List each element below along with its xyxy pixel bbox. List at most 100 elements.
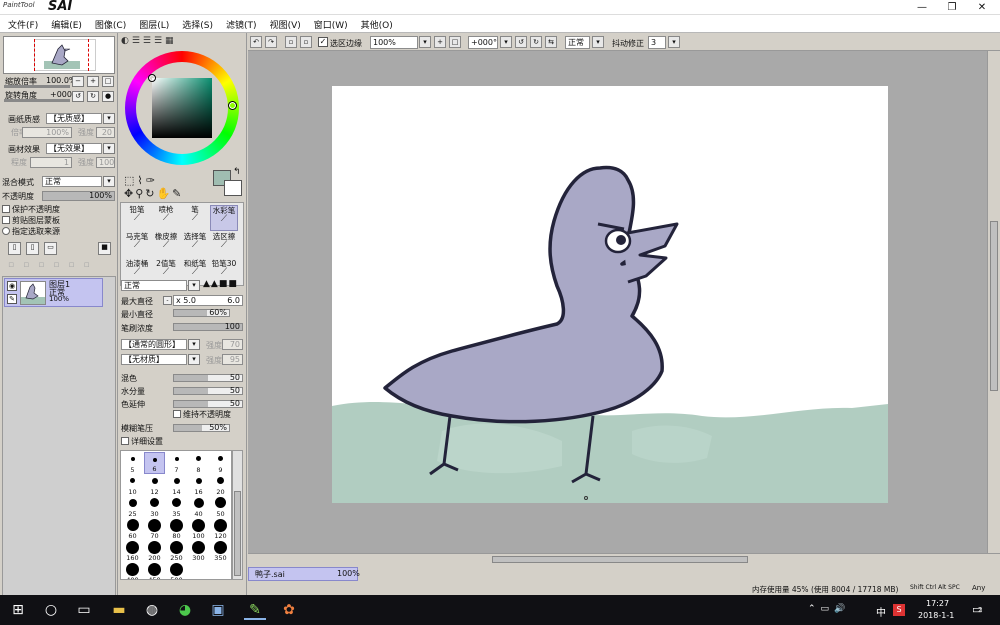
brush-size-cell[interactable]: 25: [122, 496, 143, 518]
brush-size-cell[interactable]: 250: [166, 540, 187, 562]
menu-edit[interactable]: 编辑(E): [43, 15, 87, 33]
tool-eraser[interactable]: 橡皮擦 ⟋: [152, 232, 180, 258]
brush-size-cell[interactable]: 100: [188, 518, 209, 540]
zoom-out-button[interactable]: −: [72, 76, 84, 87]
brush-shape-dropdown[interactable]: ▾: [188, 339, 200, 350]
rotate-right-button[interactable]: ↻: [87, 91, 99, 102]
tool-brush[interactable]: 笔 ⟋: [181, 205, 209, 231]
new-linework-layer-button[interactable]: ▯: [26, 242, 39, 255]
clock-date[interactable]: 2018-1-1: [918, 611, 954, 620]
tool-marker[interactable]: 马克笔 ⟋: [123, 232, 151, 258]
paper-texture-dropdown[interactable]: ▾: [103, 113, 115, 124]
brush-size-cell[interactable]: 5: [122, 452, 143, 474]
blend-mode-select[interactable]: 正常: [42, 176, 102, 187]
deselect-button[interactable]: ▫: [285, 36, 297, 48]
ime-indicator[interactable]: 中: [876, 604, 886, 619]
task-view-icon[interactable]: ▭: [73, 600, 95, 620]
angle-dropdown[interactable]: ▾: [500, 36, 512, 48]
horizontal-scrollbar[interactable]: [248, 553, 1000, 565]
brush-mode-dropdown[interactable]: ▾: [188, 280, 200, 291]
brush-size-cell[interactable]: 35: [166, 496, 187, 518]
tool-airbrush[interactable]: 喷枪 ⟋: [152, 205, 180, 231]
zoom-in-button[interactable]: +: [87, 76, 99, 87]
brush-size-cell[interactable]: 12: [144, 474, 165, 496]
menu-window[interactable]: 窗口(W): [306, 15, 353, 33]
new-folder-button[interactable]: ▭: [44, 242, 57, 255]
zoom-dropdown[interactable]: ▾: [419, 36, 431, 48]
maximize-button[interactable]: ❐: [937, 0, 967, 15]
toolbar-rotate-right-button[interactable]: ↻: [530, 36, 542, 48]
clock-time[interactable]: 17:27: [926, 599, 949, 608]
color-wheel[interactable]: [125, 51, 239, 165]
toolbar-zoom-in-button[interactable]: +: [434, 36, 446, 48]
detail-settings-checkbox[interactable]: [121, 437, 129, 445]
tool-select-eraser[interactable]: 选区擦 ⟋: [210, 232, 238, 258]
brush-size-cell[interactable]: 120: [210, 518, 231, 540]
eye-icon[interactable]: ◉: [7, 281, 17, 291]
painttool-sai-taskbar-icon[interactable]: ✎: [244, 600, 266, 620]
transform-tools[interactable]: ✥⚲↻✋✎: [124, 187, 183, 200]
persistence-bar[interactable]: 50: [173, 399, 243, 408]
clipping-checkbox[interactable]: [2, 216, 10, 224]
minimize-button[interactable]: —: [907, 0, 937, 15]
flip-button[interactable]: ⇆: [545, 36, 557, 48]
brush-texture-dropdown[interactable]: ▾: [188, 354, 200, 365]
layer-opacity-bar[interactable]: 100%: [42, 191, 115, 201]
tray-icons[interactable]: ⌃▭🔊: [808, 604, 850, 614]
brush-size-cell[interactable]: 10: [122, 474, 143, 496]
paper-effect-select[interactable]: 【无效果】: [46, 143, 102, 154]
redo-button[interactable]: ↷: [265, 36, 277, 48]
blur-pressure-bar[interactable]: 50%: [173, 423, 230, 432]
menu-layer[interactable]: 图层(L): [131, 15, 174, 33]
paper-effect-dropdown[interactable]: ▾: [103, 143, 115, 154]
brush-size-cell[interactable]: 300: [188, 540, 209, 562]
menu-canvas[interactable]: 图像(C): [87, 15, 131, 33]
view-mode-field[interactable]: 正常: [565, 36, 590, 49]
zoom-slider[interactable]: [4, 85, 70, 88]
browser-icon[interactable]: ◍: [141, 600, 163, 620]
brush-lock-icon[interactable]: ✎: [7, 294, 17, 304]
brush-size-cell[interactable]: 400: [122, 562, 143, 579]
brush-size-cell[interactable]: 160: [122, 540, 143, 562]
tool-watercolor[interactable]: 水彩笔 ⟋: [210, 205, 238, 231]
rotate-left-button[interactable]: ↺: [72, 91, 84, 102]
menu-file[interactable]: 文件(F): [0, 15, 43, 33]
navigator-preview[interactable]: [3, 36, 115, 74]
zoom-reset-button[interactable]: □: [102, 76, 114, 87]
brush-size-cell[interactable]: 40: [188, 496, 209, 518]
menu-others[interactable]: 其他(O): [353, 15, 398, 33]
brush-size-cell[interactable]: 350: [210, 540, 231, 562]
document-tab[interactable]: 鸭子.sai 100%: [248, 567, 360, 581]
angle-field[interactable]: +000°: [468, 36, 498, 49]
brush-size-cell[interactable]: 9: [210, 452, 231, 474]
layer-mask-button[interactable]: ■: [98, 242, 111, 255]
close-button[interactable]: ✕: [967, 0, 997, 15]
preserve-opacity-checkbox[interactable]: [2, 205, 10, 213]
brush-size-cell[interactable]: 8: [188, 452, 209, 474]
brush-size-cell[interactable]: 200: [144, 540, 165, 562]
brush-size-cell[interactable]: 60: [122, 518, 143, 540]
invert-selection-button[interactable]: ▫: [300, 36, 312, 48]
menu-view[interactable]: 视图(V): [262, 15, 306, 33]
photos-icon[interactable]: ▣: [207, 600, 229, 620]
layer-row[interactable]: ◉ ✎ 图层1 正常 100%: [4, 278, 103, 307]
size-multiplier-button[interactable]: -: [163, 296, 172, 305]
secondary-color-swatch[interactable]: [224, 180, 242, 196]
brush-texture-select[interactable]: 【无材质】: [121, 354, 187, 365]
paper-texture-select[interactable]: 【无质感】: [46, 113, 102, 124]
brush-size-cell[interactable]: 6: [144, 452, 165, 474]
brush-size-cell[interactable]: 50: [210, 496, 231, 518]
windows-start-icon[interactable]: ⊞: [7, 600, 29, 620]
zoom-field[interactable]: 100%: [370, 36, 418, 49]
selection-source-radio[interactable]: [2, 227, 10, 235]
brush-size-cell[interactable]: 450: [144, 562, 165, 579]
wechat-icon[interactable]: ◕: [174, 600, 196, 620]
tool-select-pen[interactable]: 选择笔 ⟋: [181, 232, 209, 258]
canvas-workspace[interactable]: [248, 51, 987, 553]
tool-pencil[interactable]: 铅笔 ⟋: [123, 205, 151, 231]
brush-size-cell[interactable]: 14: [166, 474, 187, 496]
menu-selection[interactable]: 选择(S): [174, 15, 218, 33]
vertical-scrollbar[interactable]: [987, 51, 1000, 553]
selection-tools[interactable]: ⬚⌇✑: [124, 174, 158, 187]
min-size-bar[interactable]: 60%: [173, 308, 230, 317]
